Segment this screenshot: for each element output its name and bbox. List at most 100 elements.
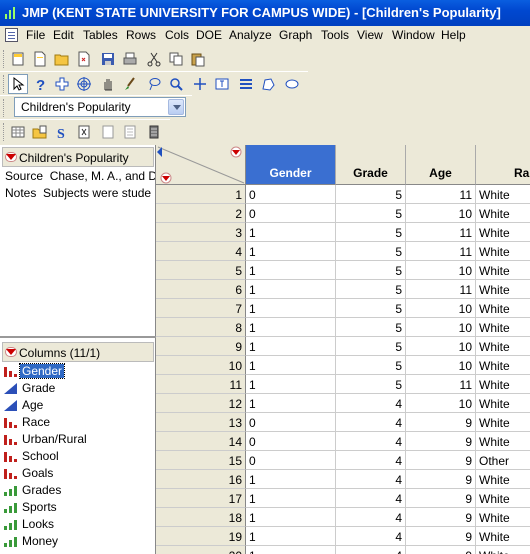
magnifier-tool-button[interactable] <box>166 74 186 94</box>
menu-rows[interactable]: Rows <box>126 28 156 42</box>
cell-race[interactable]: White <box>476 337 530 356</box>
cell-age[interactable]: 11 <box>406 223 476 242</box>
cell-race[interactable]: White <box>476 489 530 508</box>
cell-grade[interactable]: 5 <box>336 299 406 318</box>
table-row[interactable]: 12 1 4 10 White <box>156 394 530 413</box>
cell-grade[interactable]: 4 <box>336 413 406 432</box>
cell-race[interactable]: White <box>476 375 530 394</box>
menu-file[interactable]: File <box>26 28 45 42</box>
cell-grade[interactable]: 4 <box>336 451 406 470</box>
column-item-race[interactable]: Race <box>4 414 154 431</box>
cell-age[interactable]: 10 <box>406 204 476 223</box>
row-number[interactable]: 17 <box>156 489 246 508</box>
cell-race[interactable]: White <box>476 223 530 242</box>
cell-age[interactable]: 9 <box>406 432 476 451</box>
cell-grade[interactable]: 5 <box>336 280 406 299</box>
cell-grade[interactable]: 5 <box>336 204 406 223</box>
table-property-notes[interactable]: Notes Subjects were stude <box>5 186 155 200</box>
menu-doe[interactable]: DOE <box>196 28 222 42</box>
report-button[interactable] <box>98 122 118 142</box>
menu-view[interactable]: View <box>357 28 383 42</box>
cell-grade[interactable]: 5 <box>336 318 406 337</box>
cut-button[interactable] <box>144 49 164 69</box>
table-row[interactable]: 3 1 5 11 White <box>156 223 530 242</box>
table-row[interactable]: 1 0 5 11 White <box>156 185 530 204</box>
cell-age[interactable]: 9 <box>406 489 476 508</box>
toolbar-grip[interactable] <box>3 75 6 93</box>
column-item-gender[interactable]: Gender <box>4 363 154 380</box>
cell-grade[interactable]: 5 <box>336 261 406 280</box>
cell-age[interactable]: 9 <box>406 508 476 527</box>
line-tool-button[interactable] <box>236 74 256 94</box>
menu-analyze[interactable]: Analyze <box>229 28 272 42</box>
cell-gender[interactable]: 1 <box>246 546 336 554</box>
cell-gender[interactable]: 1 <box>246 318 336 337</box>
new-table-button[interactable] <box>8 49 28 69</box>
table-row[interactable]: 5 1 5 10 White <box>156 261 530 280</box>
document-icon[interactable] <box>5 28 18 42</box>
column-item-school[interactable]: School <box>4 448 154 465</box>
cell-gender[interactable]: 1 <box>246 280 336 299</box>
row-number[interactable]: 4 <box>156 242 246 261</box>
table-row[interactable]: 15 0 4 9 Other <box>156 451 530 470</box>
journal-button[interactable] <box>74 122 94 142</box>
cell-age[interactable]: 9 <box>406 527 476 546</box>
cell-race[interactable]: White <box>476 299 530 318</box>
print-button[interactable] <box>120 49 140 69</box>
cell-gender[interactable]: 1 <box>246 508 336 527</box>
cell-age[interactable]: 10 <box>406 261 476 280</box>
column-item-money[interactable]: Money <box>4 533 154 550</box>
database-button[interactable] <box>144 122 164 142</box>
row-number[interactable]: 6 <box>156 280 246 299</box>
cell-race[interactable]: White <box>476 356 530 375</box>
row-number[interactable]: 20 <box>156 546 246 554</box>
cell-grade[interactable]: 4 <box>336 489 406 508</box>
column-item-urban-rural[interactable]: Urban/Rural <box>4 431 154 448</box>
menu-graph[interactable]: Graph <box>279 28 312 42</box>
table-row[interactable]: 8 1 5 10 White <box>156 318 530 337</box>
cell-gender[interactable]: 1 <box>246 299 336 318</box>
table-row[interactable]: 4 1 5 11 White <box>156 242 530 261</box>
cell-race[interactable]: White <box>476 280 530 299</box>
cell-race[interactable]: White <box>476 508 530 527</box>
cell-gender[interactable]: 1 <box>246 375 336 394</box>
chevron-down-icon[interactable] <box>168 99 184 115</box>
table-row[interactable]: 7 1 5 10 White <box>156 299 530 318</box>
cell-race[interactable]: White <box>476 432 530 451</box>
cell-gender[interactable]: 0 <box>246 204 336 223</box>
lasso-tool-button[interactable] <box>144 74 164 94</box>
table-selector-dropdown[interactable]: Children's Popularity <box>14 97 186 117</box>
table-row[interactable]: 16 1 4 9 White <box>156 470 530 489</box>
menu-edit[interactable]: Edit <box>53 28 74 42</box>
cell-gender[interactable]: 1 <box>246 470 336 489</box>
cell-gender[interactable]: 0 <box>246 432 336 451</box>
cell-race[interactable]: White <box>476 204 530 223</box>
column-item-looks[interactable]: Looks <box>4 516 154 533</box>
help-tool-button[interactable]: ? <box>30 74 50 94</box>
save-button[interactable] <box>98 49 118 69</box>
cell-age[interactable]: 9 <box>406 546 476 554</box>
cell-age[interactable]: 10 <box>406 394 476 413</box>
cell-race[interactable]: White <box>476 470 530 489</box>
row-number[interactable]: 16 <box>156 470 246 489</box>
menu-tables[interactable]: Tables <box>83 28 118 42</box>
grabber-tool-button[interactable] <box>98 74 118 94</box>
table-row[interactable]: 10 1 5 10 White <box>156 356 530 375</box>
paste-button[interactable] <box>188 49 208 69</box>
menu-window[interactable]: Window <box>392 28 435 42</box>
row-number[interactable]: 3 <box>156 223 246 242</box>
cell-grade[interactable]: 4 <box>336 508 406 527</box>
table-property-source[interactable]: Source Chase, M. A., and D <box>5 169 155 183</box>
column-header-age[interactable]: Age <box>406 145 476 185</box>
cell-grade[interactable]: 4 <box>336 394 406 413</box>
cell-grade[interactable]: 5 <box>336 337 406 356</box>
copy-button[interactable] <box>166 49 186 69</box>
row-number[interactable]: 5 <box>156 261 246 280</box>
cell-gender[interactable]: 0 <box>246 451 336 470</box>
new-script-button[interactable] <box>30 49 50 69</box>
cell-gender[interactable]: 1 <box>246 394 336 413</box>
panel-divider[interactable] <box>0 336 156 338</box>
row-number[interactable]: 8 <box>156 318 246 337</box>
crosshair-tool-button[interactable] <box>190 74 210 94</box>
column-item-goals[interactable]: Goals <box>4 465 154 482</box>
